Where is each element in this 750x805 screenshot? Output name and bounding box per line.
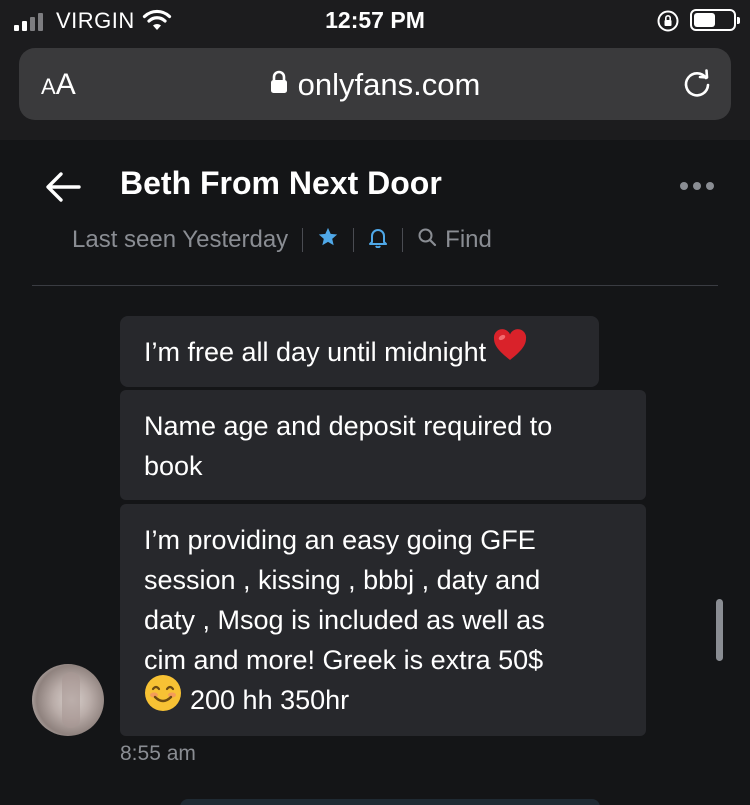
battery-level bbox=[694, 13, 715, 27]
status-time: 12:57 PM bbox=[325, 7, 425, 33]
find-label: Find bbox=[445, 226, 492, 253]
star-icon[interactable] bbox=[317, 226, 339, 255]
message-text: Name age and deposit required to bbox=[144, 411, 553, 441]
status-bar: VIRGIN 12:57 PM bbox=[0, 0, 750, 40]
back-arrow-icon[interactable] bbox=[44, 170, 82, 209]
next-message-peek bbox=[180, 799, 600, 805]
separator bbox=[402, 228, 404, 252]
separator bbox=[353, 228, 355, 252]
chat-header: Beth From Next Door Last seen Yesterday bbox=[0, 140, 750, 290]
padlock-icon bbox=[270, 66, 288, 102]
rotation-lock-icon bbox=[656, 9, 680, 38]
message-text: cim and more! Greek is extra 50$ bbox=[144, 645, 544, 675]
url-text: onlyfans.com bbox=[297, 67, 481, 102]
smile-emoji bbox=[144, 674, 182, 723]
avatar[interactable] bbox=[32, 664, 104, 736]
bell-icon[interactable] bbox=[368, 226, 388, 255]
message-bubble[interactable]: I’m free all day until midnight bbox=[120, 316, 599, 387]
reload-icon[interactable] bbox=[681, 68, 713, 105]
message-text: I’m free all day until midnight bbox=[144, 337, 487, 367]
header-divider bbox=[32, 285, 718, 286]
separator bbox=[302, 228, 304, 252]
message-bubble[interactable]: Name age and deposit required to book bbox=[120, 390, 646, 500]
url-display[interactable]: onlyfans.com bbox=[19, 67, 731, 103]
scrollbar[interactable] bbox=[716, 599, 723, 661]
find-button[interactable]: Find bbox=[417, 226, 492, 254]
search-icon bbox=[417, 226, 437, 254]
message-text: 200 hh 350hr bbox=[190, 685, 350, 715]
chat-subheader: Last seen Yesterday Find bbox=[72, 226, 492, 254]
battery-icon bbox=[690, 9, 740, 31]
message-text: daty , Msog is included as well as bbox=[144, 605, 545, 635]
message-timestamp: 8:55 am bbox=[120, 742, 196, 765]
heart-emoji bbox=[492, 328, 528, 373]
message-text: session , kissing , bbbj , daty and bbox=[144, 565, 541, 595]
last-seen-status: Last seen Yesterday bbox=[72, 226, 289, 253]
message-text: I’m providing an easy going GFE bbox=[144, 525, 536, 555]
address-bar[interactable]: AA onlyfans.com bbox=[19, 48, 731, 120]
message-bubble[interactable]: I’m providing an easy going GFE session … bbox=[120, 504, 646, 736]
chat-title[interactable]: Beth From Next Door bbox=[120, 165, 442, 202]
message-text: book bbox=[144, 451, 203, 481]
browser-toolbar: AA onlyfans.com bbox=[0, 40, 750, 140]
more-options-icon[interactable] bbox=[680, 182, 714, 190]
